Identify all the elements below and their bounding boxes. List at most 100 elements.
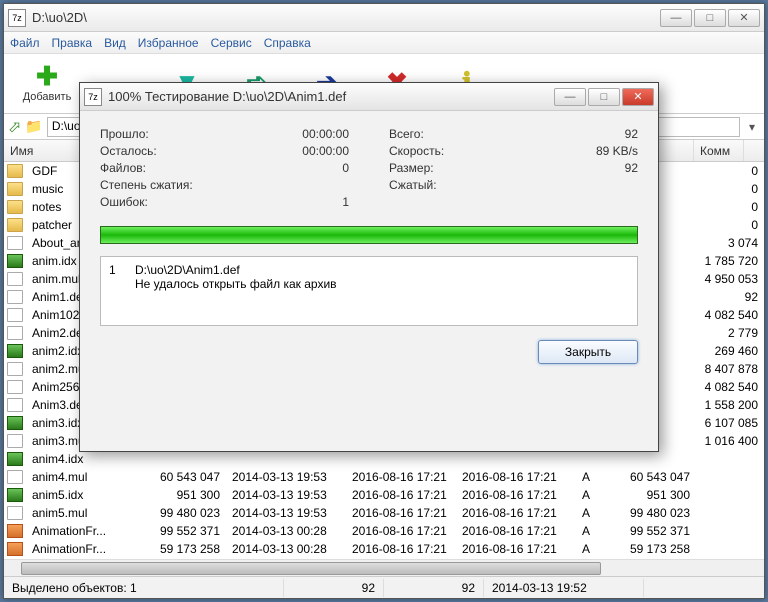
progress-dialog: 7z 100% Тестирование D:\uo\2D\Anim1.def …: [79, 82, 659, 452]
file-name: anim4.idx: [26, 451, 136, 467]
stat-label: Прошло:: [100, 127, 149, 141]
file-packed: 59 173 258: [606, 541, 696, 557]
file-attr: A: [566, 541, 606, 557]
list-item[interactable]: anim5.mul99 480 0232014-03-13 19:532016-…: [4, 504, 764, 522]
stat-value: 92: [625, 127, 638, 141]
list-item[interactable]: anim4.idx: [4, 450, 764, 468]
file-attr: A: [566, 505, 606, 521]
file-attr: A: [566, 487, 606, 503]
of-icon: [7, 542, 23, 556]
menu-fav[interactable]: Избранное: [138, 36, 199, 50]
stat-value: 1: [342, 195, 349, 209]
close-dialog-button[interactable]: Закрыть: [538, 340, 638, 364]
file-icon: [7, 362, 23, 376]
file-attr: A: [566, 469, 606, 485]
stat-label: Размер:: [389, 161, 434, 175]
app-icon: 7z: [8, 9, 26, 27]
list-item[interactable]: anim4.mul60 543 0472014-03-13 19:532016-…: [4, 468, 764, 486]
file-attr: A: [566, 523, 606, 539]
file-accessed: 2016-08-16 17:21: [456, 541, 566, 557]
stat-label: Скорость:: [389, 144, 444, 158]
dialog-minimize-button[interactable]: —: [554, 88, 586, 106]
file-packed: 99 552 371: [606, 523, 696, 539]
stat-label: Файлов:: [100, 161, 146, 175]
maximize-button[interactable]: □: [694, 9, 726, 27]
main-titlebar: 7z D:\uo\2D\ — □ ✕: [4, 4, 764, 32]
file-created: 2016-08-16 17:21: [346, 469, 456, 485]
file-packed: 60 543 047: [606, 469, 696, 485]
error-log[interactable]: 1 D:\uo\2D\Anim1.def Не удалось открыть …: [100, 256, 638, 326]
file-modified: 2014-03-13 19:53: [226, 487, 346, 503]
idx-icon: [7, 344, 23, 358]
up-icon[interactable]: ⬀: [8, 117, 21, 137]
list-item[interactable]: AnimationFr...99 552 3712014-03-13 00:28…: [4, 522, 764, 540]
file-name: anim4.mul: [26, 469, 136, 485]
status-time: 2014-03-13 19:52: [484, 579, 644, 597]
stat-label: Ошибок:: [100, 195, 148, 209]
idx-icon: [7, 452, 23, 466]
file-size: 99 480 023: [136, 505, 226, 521]
folder-icon: [7, 200, 23, 214]
dialog-maximize-button[interactable]: □: [588, 88, 620, 106]
status-size1: 92: [284, 579, 384, 597]
main-title: D:\uo\2D\: [32, 10, 660, 25]
path-dropdown-icon[interactable]: ▾: [744, 120, 760, 134]
list-item[interactable]: AnimationFr...59 173 2582014-03-13 00:28…: [4, 540, 764, 558]
dialog-close-button[interactable]: ✕: [622, 88, 654, 106]
toolbar-label: Добавить: [23, 91, 72, 103]
log-path: D:\uo\2D\Anim1.def: [135, 263, 337, 277]
stat-value: 0: [342, 161, 349, 175]
stat-value: 89 KB/s: [596, 144, 638, 158]
log-index: 1: [109, 263, 123, 319]
log-message: Не удалось открыть файл как архив: [135, 277, 337, 291]
file-size: 60 543 047: [136, 469, 226, 485]
menu-help[interactable]: Справка: [264, 36, 311, 50]
file-icon: [7, 236, 23, 250]
menu-file[interactable]: Файл: [10, 36, 40, 50]
file-packed: 951 300: [606, 487, 696, 503]
stat-value: 92: [625, 161, 638, 175]
scrollbar-thumb[interactable]: [21, 562, 601, 575]
file-size: 951 300: [136, 487, 226, 503]
file-icon: [7, 380, 23, 394]
status-selection: Выделено объектов: 1: [4, 579, 284, 597]
column-header[interactable]: Комм: [694, 140, 744, 161]
file-modified: 2014-03-13 00:28: [226, 523, 346, 539]
file-accessed: 2016-08-16 17:21: [456, 505, 566, 521]
file-modified: 2014-03-13 00:28: [226, 541, 346, 557]
file-accessed: 2016-08-16 17:21: [456, 523, 566, 539]
stat-value: 00:00:00: [302, 127, 349, 141]
of-icon: [7, 524, 23, 538]
file-packed: [576, 458, 764, 460]
file-created: 2016-08-16 17:21: [346, 541, 456, 557]
dialog-app-icon: 7z: [84, 88, 102, 106]
file-icon: [7, 470, 23, 484]
file-icon: [7, 272, 23, 286]
list-item[interactable]: anim5.idx951 3002014-03-13 19:532016-08-…: [4, 486, 764, 504]
stat-label: Сжатый:: [389, 178, 437, 192]
statusbar: Выделено объектов: 1 92 92 2014-03-13 19…: [4, 576, 764, 598]
close-button[interactable]: ✕: [728, 9, 760, 27]
menu-edit[interactable]: Правка: [52, 36, 93, 50]
folder-icon: [7, 182, 23, 196]
file-accessed: 2016-08-16 17:21: [456, 487, 566, 503]
idx-icon: [7, 254, 23, 268]
folder-icon: [7, 164, 23, 178]
idx-icon: [7, 416, 23, 430]
menu-view[interactable]: Вид: [104, 36, 126, 50]
folder-icon: [7, 218, 23, 232]
toolbar-btn-0[interactable]: ✚Добавить: [12, 56, 82, 112]
stat-value: 00:00:00: [302, 144, 349, 158]
h-scrollbar[interactable]: [4, 559, 764, 576]
file-packed: 99 480 023: [606, 505, 696, 521]
file-created: 2016-08-16 17:21: [346, 523, 456, 539]
file-size: 99 552 371: [136, 523, 226, 539]
menu-tools[interactable]: Сервис: [211, 36, 252, 50]
progress-bar: [100, 226, 638, 244]
minimize-button[interactable]: —: [660, 9, 692, 27]
idx-icon: [7, 488, 23, 502]
file-modified: 2014-03-13 19:53: [226, 505, 346, 521]
folder-icon: 📁: [25, 118, 42, 135]
file-icon: [7, 290, 23, 304]
file-icon: [7, 506, 23, 520]
